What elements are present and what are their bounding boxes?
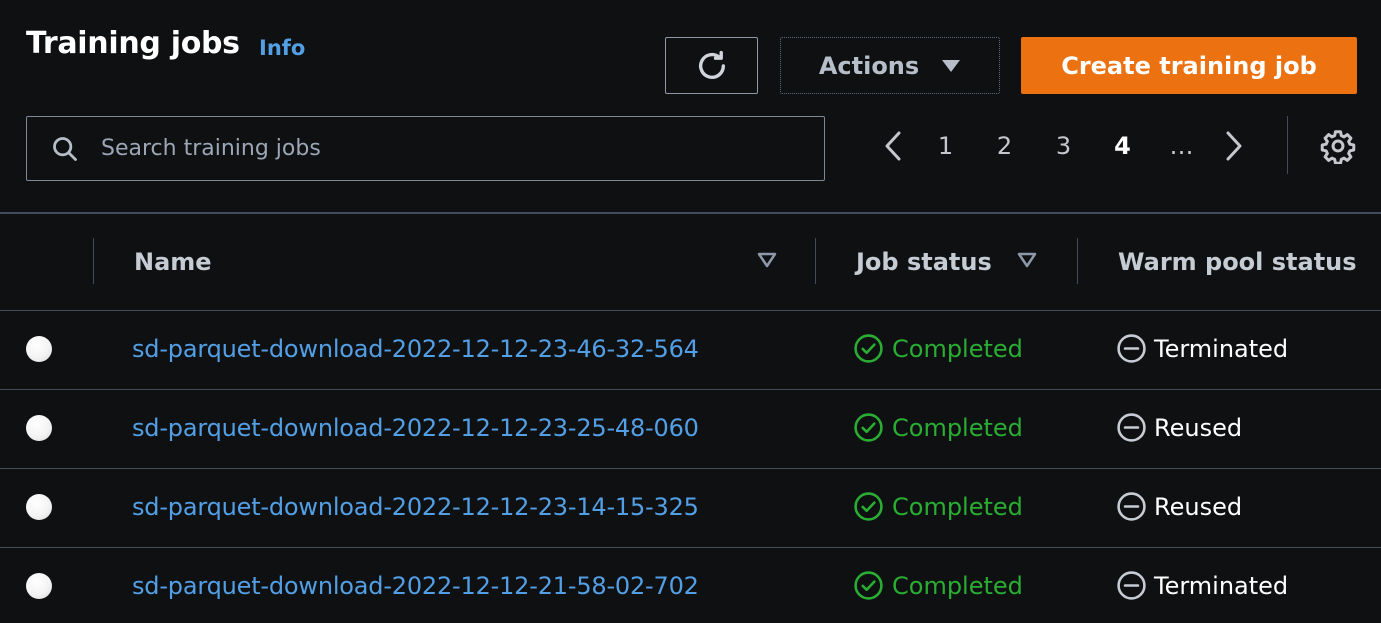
job-status: Completed xyxy=(853,491,1023,522)
actions-dropdown-button[interactable]: Actions xyxy=(780,37,1000,94)
chevron-left-icon xyxy=(883,130,903,162)
minus-circle-icon xyxy=(1116,491,1147,522)
training-job-link[interactable]: sd-parquet-download-2022-12-12-23-14-15-… xyxy=(132,493,699,521)
page-title: Training jobs xyxy=(26,26,240,61)
job-status-label: Completed xyxy=(892,492,1023,521)
refresh-icon xyxy=(695,49,729,83)
warm-pool-status-label: Terminated xyxy=(1154,571,1289,600)
search-input[interactable] xyxy=(99,135,783,162)
training-job-link[interactable]: sd-parquet-download-2022-12-12-21-58-02-… xyxy=(132,572,699,600)
job-status: Completed xyxy=(853,412,1023,443)
previous-page-button[interactable] xyxy=(870,120,916,172)
training-job-link[interactable]: sd-parquet-download-2022-12-12-23-46-32-… xyxy=(132,335,699,363)
row-select-radio[interactable] xyxy=(26,494,52,520)
sort-caret-icon[interactable] xyxy=(757,252,777,268)
warm-pool-status-label: Reused xyxy=(1154,413,1243,442)
job-status-label: Completed xyxy=(892,571,1023,600)
column-separator xyxy=(815,238,816,284)
warm-pool-status: Reused xyxy=(1116,491,1242,522)
warm-pool-status: Terminated xyxy=(1116,333,1288,364)
column-header-name[interactable]: Name xyxy=(134,248,212,276)
search-icon xyxy=(51,135,79,163)
table-row[interactable]: sd-parquet-download-2022-12-12-23-25-48-… xyxy=(0,390,1381,469)
pager-divider xyxy=(1287,116,1288,174)
column-header-warm-pool-status[interactable]: Warm pool status xyxy=(1118,248,1357,276)
job-status: Completed xyxy=(853,570,1023,601)
check-circle-icon xyxy=(853,412,884,443)
column-separator xyxy=(1077,238,1078,284)
warm-pool-status-label: Reused xyxy=(1154,492,1243,521)
row-select-radio[interactable] xyxy=(26,336,52,362)
warm-pool-status-label: Terminated xyxy=(1154,334,1289,363)
info-link[interactable]: Info xyxy=(259,36,305,60)
job-status: Completed xyxy=(853,333,1023,364)
minus-circle-icon xyxy=(1116,412,1147,443)
refresh-button[interactable] xyxy=(665,37,758,94)
check-circle-icon xyxy=(853,333,884,364)
page-4-button[interactable]: 4 xyxy=(1093,132,1152,160)
next-page-button[interactable] xyxy=(1211,120,1257,172)
page-ellipsis: … xyxy=(1169,132,1194,160)
gear-icon xyxy=(1320,128,1356,164)
minus-circle-icon xyxy=(1116,570,1147,601)
minus-circle-icon xyxy=(1116,333,1147,364)
preferences-button[interactable] xyxy=(1320,128,1356,164)
row-select-radio[interactable] xyxy=(26,573,52,599)
caret-down-icon xyxy=(941,59,961,73)
table-row[interactable]: sd-parquet-download-2022-12-12-23-46-32-… xyxy=(0,311,1381,390)
column-separator xyxy=(93,238,94,284)
page-1-button[interactable]: 1 xyxy=(916,132,975,160)
sort-caret-icon[interactable] xyxy=(1017,252,1037,268)
chevron-right-icon xyxy=(1224,130,1244,162)
training-job-link[interactable]: sd-parquet-download-2022-12-12-23-25-48-… xyxy=(132,414,699,442)
warm-pool-status: Terminated xyxy=(1116,570,1288,601)
table-row[interactable]: sd-parquet-download-2022-12-12-21-58-02-… xyxy=(0,548,1381,623)
actions-label: Actions xyxy=(818,51,920,80)
create-training-job-button[interactable]: Create training job xyxy=(1021,37,1357,94)
table-row[interactable]: sd-parquet-download-2022-12-12-23-14-15-… xyxy=(0,469,1381,548)
column-header-job-status[interactable]: Job status xyxy=(856,248,992,276)
table-header: Name Job status Warm pool status xyxy=(0,214,1381,311)
check-circle-icon xyxy=(853,491,884,522)
row-select-radio[interactable] xyxy=(26,415,52,441)
job-status-label: Completed xyxy=(892,334,1023,363)
page-3-button[interactable]: 3 xyxy=(1034,132,1093,160)
check-circle-icon xyxy=(853,570,884,601)
warm-pool-status: Reused xyxy=(1116,412,1242,443)
pagination: 1 2 3 4 … xyxy=(870,120,1257,172)
page-2-button[interactable]: 2 xyxy=(975,132,1034,160)
job-status-label: Completed xyxy=(892,413,1023,442)
search-field[interactable] xyxy=(26,116,825,181)
